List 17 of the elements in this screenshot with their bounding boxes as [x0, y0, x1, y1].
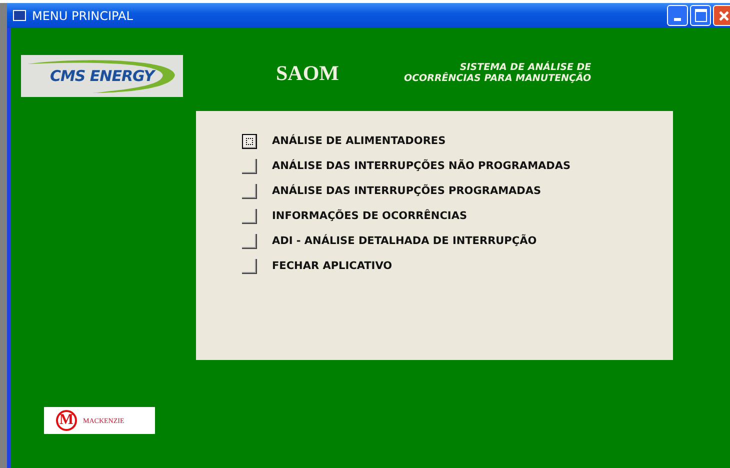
close-icon — [716, 8, 730, 22]
form-icon — [13, 10, 26, 21]
app-title: SAOM — [276, 60, 339, 86]
maximize-button[interactable] — [690, 5, 711, 26]
menu-label: FECHAR APLICATIVO — [272, 260, 392, 272]
menu-button[interactable] — [242, 134, 257, 148]
menu-label: ADI - ANÁLISE DETALHADA DE INTERRUPÇÃO — [272, 235, 537, 247]
close-button[interactable] — [713, 5, 730, 26]
menu-label: ANÁLISE DAS INTERRUPÇÕES PROGRAMADAS — [272, 185, 542, 197]
window-title: MENU PRINCIPAL — [32, 8, 133, 22]
logo: CMS ENERGY — [21, 55, 183, 97]
minimize-button[interactable] — [667, 5, 688, 26]
subtitle-line: OCORRÊNCIAS PARA MANUTENÇÃO — [404, 73, 592, 84]
menu-label: ANÁLISE DAS INTERRUPÇÕES NÃO PROGRAMADAS — [272, 160, 571, 172]
subtitle-line: SISTEMA DE ANÁLISE DE — [460, 62, 592, 73]
menu-label: INFORMAÇÕES DE OCORRÊNCIAS — [272, 210, 468, 222]
menu-label: ANÁLISE DE ALIMENTADORES — [272, 135, 446, 147]
